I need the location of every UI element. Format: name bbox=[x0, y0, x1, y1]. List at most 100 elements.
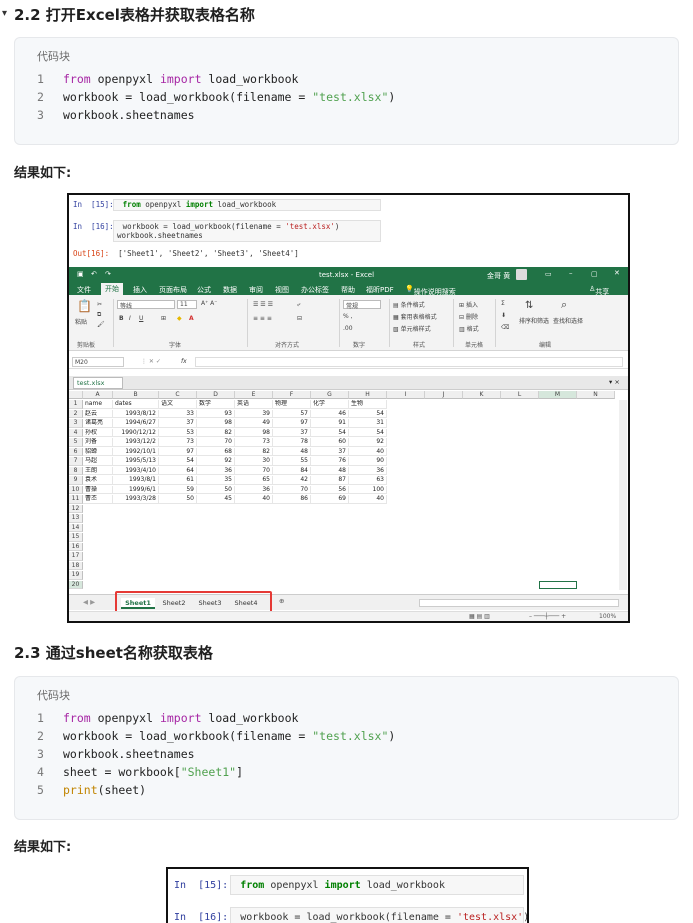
table-cell[interactable]: 56 bbox=[311, 485, 349, 494]
row-header[interactable]: 6 bbox=[69, 447, 83, 456]
tab-office-tab[interactable]: 办公标签 bbox=[301, 285, 329, 295]
row-header[interactable]: 8 bbox=[69, 466, 83, 475]
spreadsheet-grid[interactable]: A B C D E F G H I J K L M N 1 2 3 4 5 6 7 8 9 10 11 12 13 14 15 16 17 1… bbox=[69, 391, 628, 593]
table-cell[interactable]: 73 bbox=[235, 438, 273, 447]
collapse-toggle-icon[interactable]: ▾ bbox=[2, 8, 7, 19]
row-header[interactable]: 10 bbox=[69, 485, 83, 494]
workbook-tab-test-xlsx[interactable]: test.xlsx bbox=[73, 377, 123, 389]
table-cell[interactable]: 86 bbox=[273, 495, 311, 504]
cell-style-button[interactable]: ▧ 单元格样式 bbox=[393, 324, 431, 333]
table-cell[interactable]: 马超 bbox=[83, 457, 113, 466]
column-header[interactable]: F bbox=[273, 391, 311, 399]
table-cell[interactable]: 袁术 bbox=[83, 476, 113, 485]
table-cell[interactable]: 78 bbox=[273, 438, 311, 447]
tab-file[interactable]: 文件 bbox=[77, 285, 91, 295]
table-cell[interactable]: 36 bbox=[235, 485, 273, 494]
font-color-icon[interactable]: A bbox=[189, 315, 194, 322]
formula-input[interactable] bbox=[195, 357, 623, 367]
tab-close-icon[interactable]: ▾ × bbox=[609, 378, 620, 386]
table-cell[interactable]: 1993/8/12 bbox=[113, 409, 159, 418]
table-cell[interactable]: 70 bbox=[235, 466, 273, 475]
table-cell[interactable]: 刘备 bbox=[83, 438, 113, 447]
table-cell[interactable]: 语文 bbox=[159, 400, 197, 409]
table-cell[interactable]: 40 bbox=[349, 447, 387, 456]
insert-cells-button[interactable]: ⊞ 插入 bbox=[459, 300, 478, 309]
column-header[interactable]: A bbox=[83, 391, 113, 399]
table-cell[interactable]: 54 bbox=[349, 409, 387, 418]
table-cell[interactable]: 31 bbox=[349, 419, 387, 428]
minimize-icon[interactable]: – bbox=[569, 269, 573, 277]
table-cell[interactable]: 36 bbox=[349, 466, 387, 475]
table-cell[interactable]: 1992/10/1 bbox=[113, 447, 159, 456]
table-cell[interactable]: 64 bbox=[159, 466, 197, 475]
table-cell[interactable]: 42 bbox=[273, 476, 311, 485]
row-header[interactable]: 2 bbox=[69, 409, 83, 418]
table-cell[interactable]: 91 bbox=[311, 419, 349, 428]
table-cell[interactable]: 97 bbox=[273, 419, 311, 428]
row-header[interactable]: 14 bbox=[69, 523, 83, 532]
column-header[interactable]: E bbox=[235, 391, 273, 399]
table-cell[interactable]: 1990/12/12 bbox=[113, 428, 159, 437]
vertical-scrollbar[interactable] bbox=[619, 400, 627, 590]
table-cell[interactable]: 王朗 bbox=[83, 466, 113, 475]
table-cell[interactable]: 46 bbox=[311, 409, 349, 418]
tab-help[interactable]: 帮助 bbox=[341, 285, 355, 295]
column-header[interactable]: C bbox=[159, 391, 197, 399]
row-header[interactable]: 15 bbox=[69, 533, 83, 542]
tab-review[interactable]: 审阅 bbox=[249, 285, 263, 295]
copy-icon[interactable]: ⧉ bbox=[97, 311, 101, 319]
table-cell[interactable]: 76 bbox=[311, 457, 349, 466]
name-box[interactable]: M20 bbox=[72, 357, 124, 367]
table-cell[interactable]: 90 bbox=[349, 457, 387, 466]
table-cell[interactable]: 35 bbox=[197, 476, 235, 485]
table-cell[interactable]: 55 bbox=[273, 457, 311, 466]
underline-icon[interactable]: U bbox=[139, 315, 143, 322]
zoom-slider[interactable]: – ───┼─── + bbox=[529, 613, 566, 620]
column-header[interactable]: M bbox=[539, 391, 577, 399]
column-header[interactable]: N bbox=[577, 391, 615, 399]
table-cell[interactable]: 48 bbox=[273, 447, 311, 456]
table-cell[interactable]: 87 bbox=[311, 476, 349, 485]
column-header[interactable]: J bbox=[425, 391, 463, 399]
table-cell[interactable]: 61 bbox=[159, 476, 197, 485]
table-cell[interactable]: 貂蝉 bbox=[83, 447, 113, 456]
align-top-icon[interactable]: ☰ ☰ ☰ bbox=[253, 301, 273, 308]
row-header[interactable]: 12 bbox=[69, 504, 83, 513]
row-header[interactable]: 13 bbox=[69, 514, 83, 523]
row-header[interactable]: 7 bbox=[69, 457, 83, 466]
table-cell[interactable]: 化学 bbox=[311, 400, 349, 409]
table-cell[interactable]: 37 bbox=[311, 447, 349, 456]
table-cell[interactable]: 82 bbox=[197, 428, 235, 437]
table-cell[interactable]: 33 bbox=[159, 409, 197, 418]
selected-cell[interactable] bbox=[539, 580, 577, 589]
table-cell[interactable]: 98 bbox=[235, 428, 273, 437]
align-left-icon[interactable]: ≡ ≡ ≡ bbox=[253, 315, 272, 322]
autosum-icon[interactable]: Σ bbox=[501, 300, 505, 307]
table-cell[interactable]: 50 bbox=[159, 495, 197, 504]
table-cell[interactable]: 54 bbox=[311, 428, 349, 437]
format-cells-button[interactable]: ▥ 格式 bbox=[459, 324, 479, 333]
italic-icon[interactable]: I bbox=[129, 315, 131, 322]
table-cell[interactable]: 1993/8/1 bbox=[113, 476, 159, 485]
row-header[interactable]: 9 bbox=[69, 476, 83, 485]
table-cell[interactable]: 53 bbox=[159, 428, 197, 437]
table-cell[interactable]: 诸葛亮 bbox=[83, 419, 113, 428]
cut-icon[interactable]: ✂ bbox=[97, 301, 102, 308]
column-header[interactable]: G bbox=[311, 391, 349, 399]
tab-home[interactable]: 开始 bbox=[101, 283, 123, 295]
table-cell[interactable]: 曹丕 bbox=[83, 495, 113, 504]
table-cell[interactable]: dates bbox=[113, 400, 159, 409]
close-icon[interactable]: ✕ bbox=[614, 269, 620, 277]
table-cell[interactable]: 1993/3/28 bbox=[113, 495, 159, 504]
table-cell[interactable]: 1999/6/1 bbox=[113, 485, 159, 494]
wrap-text-icon[interactable]: ⤶ bbox=[297, 301, 300, 309]
font-size-select[interactable]: 11 bbox=[177, 300, 197, 309]
table-cell[interactable]: 93 bbox=[197, 409, 235, 418]
horizontal-scrollbar[interactable] bbox=[419, 599, 619, 607]
table-cell[interactable]: 生物 bbox=[349, 400, 387, 409]
table-format-button[interactable]: ▦ 套用表格格式 bbox=[393, 312, 437, 321]
fx-icon[interactable]: fx bbox=[181, 358, 187, 365]
table-cell[interactable]: 48 bbox=[311, 466, 349, 475]
share-button[interactable]: ♙ 共享 bbox=[589, 285, 609, 296]
ribbon-options-icon[interactable]: ▭ bbox=[545, 270, 552, 278]
